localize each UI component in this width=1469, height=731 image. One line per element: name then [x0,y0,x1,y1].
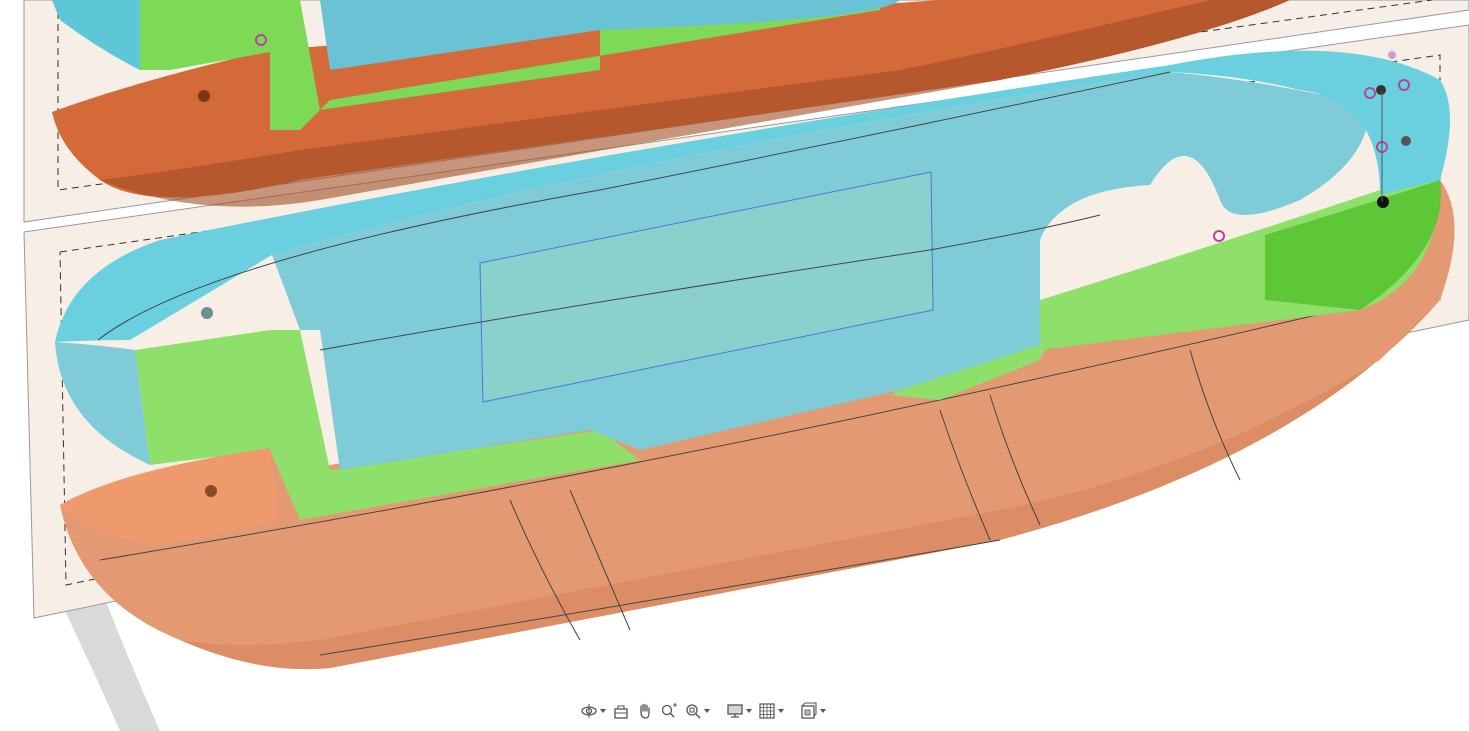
display-settings-button[interactable] [724,698,754,724]
lower-hole-a [201,307,213,319]
viewports-dropdown-caret[interactable] [820,709,826,713]
orbit-button[interactable] [578,698,608,724]
grid-icon [759,703,775,719]
zoom-button[interactable] [658,698,680,724]
model-scene [23,0,1469,731]
lower-hole-b [205,485,217,497]
orbit-icon [581,704,597,718]
pan-hand-icon [640,703,650,719]
zoom-window-icon [686,704,701,719]
pan-button[interactable] [634,698,656,724]
look-at-icon [614,705,628,719]
viewports-icon [801,702,817,719]
grid-snaps-button[interactable] [756,698,786,724]
upper-hole [198,90,210,102]
orbit-dropdown-caret[interactable] [600,709,606,713]
display-settings-dropdown-caret[interactable] [746,709,752,713]
grid-snaps-dropdown-caret[interactable] [778,709,784,713]
fit-button[interactable] [682,698,712,724]
zoom-icon [661,703,677,718]
viewports-button[interactable] [798,698,828,724]
fit-dropdown-caret[interactable] [704,709,710,713]
navigation-toolbar [572,695,890,727]
3d-canvas[interactable] [0,0,1469,731]
look-at-button[interactable] [610,698,632,724]
display-settings-icon [727,704,743,718]
